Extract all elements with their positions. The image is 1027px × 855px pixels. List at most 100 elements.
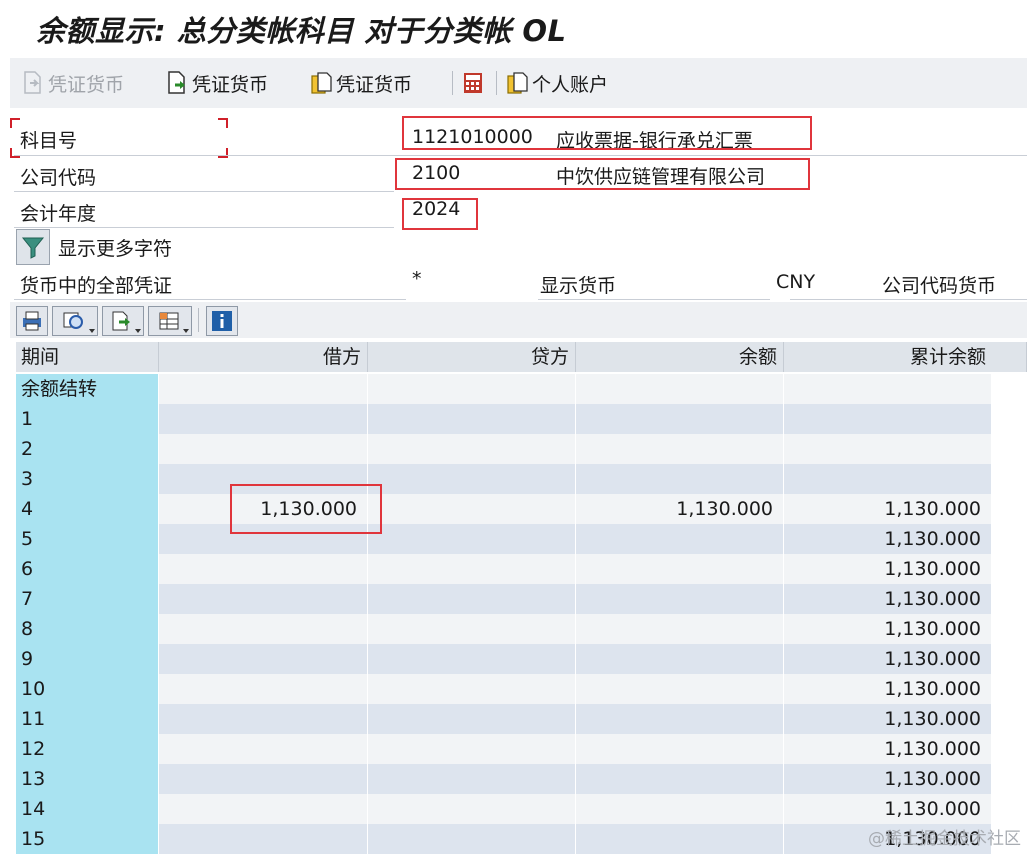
period-cell[interactable]: 7 xyxy=(16,584,159,614)
period-cell[interactable]: 11 xyxy=(16,704,159,734)
balance-cell[interactable] xyxy=(576,404,784,434)
balance-cell[interactable] xyxy=(576,374,784,404)
debit-cell[interactable] xyxy=(159,374,368,404)
more-characteristics-button[interactable] xyxy=(16,229,50,265)
period-cell[interactable]: 4 xyxy=(16,494,159,524)
toolbar-document-currency-copy-button[interactable]: 凭证货币 xyxy=(310,68,412,98)
print-button[interactable] xyxy=(16,306,48,336)
column-header-credit[interactable]: 贷方 xyxy=(368,342,576,372)
period-cell[interactable]: 12 xyxy=(16,734,159,764)
credit-cell[interactable] xyxy=(368,404,576,434)
export-menu-button[interactable] xyxy=(102,306,144,336)
balance-cell[interactable] xyxy=(576,644,784,674)
printer-icon xyxy=(23,311,41,331)
period-cell[interactable]: 8 xyxy=(16,614,159,644)
credit-cell[interactable] xyxy=(368,794,576,824)
debit-cell[interactable] xyxy=(159,614,368,644)
toolbar-individual-account-button[interactable]: 个人账户 xyxy=(506,68,608,98)
period-cell[interactable]: 3 xyxy=(16,464,159,494)
toolbar-calculator-button[interactable] xyxy=(462,68,488,98)
column-header-debit[interactable]: 借方 xyxy=(159,342,368,372)
debit-cell[interactable] xyxy=(159,404,368,434)
balance-cell[interactable] xyxy=(576,734,784,764)
debit-cell[interactable] xyxy=(159,704,368,734)
debit-cell[interactable] xyxy=(159,764,368,794)
balance-cell[interactable] xyxy=(576,674,784,704)
cumulative-balance-cell[interactable]: 1,130.000 xyxy=(784,794,992,824)
toolbar-document-currency-button[interactable]: 凭证货币 xyxy=(166,68,268,98)
toolbar-document-currency-disabled-button[interactable]: 凭证货币 xyxy=(22,68,124,98)
balance-cell[interactable] xyxy=(576,524,784,554)
debit-cell[interactable] xyxy=(159,584,368,614)
credit-cell[interactable] xyxy=(368,554,576,584)
balance-cell[interactable] xyxy=(576,434,784,464)
balance-cell[interactable] xyxy=(576,584,784,614)
row-divider xyxy=(790,299,1027,300)
balance-cell[interactable] xyxy=(576,824,784,854)
balance-cell[interactable] xyxy=(576,614,784,644)
cumulative-balance-cell[interactable]: 1,130.000 xyxy=(784,584,992,614)
clipboard-icon xyxy=(310,71,332,95)
credit-cell[interactable] xyxy=(368,374,576,404)
debit-cell[interactable] xyxy=(159,644,368,674)
cumulative-balance-cell[interactable]: 1,130.000 xyxy=(784,674,992,704)
credit-cell[interactable] xyxy=(368,764,576,794)
credit-cell[interactable] xyxy=(368,524,576,554)
credit-cell[interactable] xyxy=(368,644,576,674)
balance-cell[interactable] xyxy=(576,554,784,584)
balance-cell[interactable] xyxy=(576,704,784,734)
period-cell[interactable]: 6 xyxy=(16,554,159,584)
cumulative-balance-cell[interactable]: 1,130.000 xyxy=(784,644,992,674)
credit-cell[interactable] xyxy=(368,824,576,854)
debit-cell[interactable] xyxy=(159,734,368,764)
column-header-period[interactable]: 期间 xyxy=(16,342,159,372)
debit-cell[interactable] xyxy=(159,674,368,704)
period-cell[interactable]: 14 xyxy=(16,794,159,824)
balance-cell[interactable] xyxy=(576,464,784,494)
credit-cell[interactable] xyxy=(368,584,576,614)
debit-cell[interactable] xyxy=(159,824,368,854)
period-cell[interactable]: 余额结转 xyxy=(16,374,159,404)
cumulative-balance-cell[interactable]: 1,130.000 xyxy=(784,554,992,584)
period-cell[interactable]: 5 xyxy=(16,524,159,554)
cumulative-balance-cell[interactable]: 1,130.000 xyxy=(784,614,992,644)
credit-cell[interactable] xyxy=(368,434,576,464)
period-cell[interactable]: 9 xyxy=(16,644,159,674)
information-button[interactable] xyxy=(206,306,238,336)
balance-cell[interactable] xyxy=(576,794,784,824)
credit-cell[interactable] xyxy=(368,464,576,494)
row-divider xyxy=(14,299,406,300)
currency-filter-value[interactable]: * xyxy=(412,268,422,290)
cumulative-balance-cell[interactable]: 1,130.000 xyxy=(784,524,992,554)
debit-cell[interactable] xyxy=(159,794,368,824)
column-header-balance[interactable]: 余额 xyxy=(576,342,784,372)
layout-menu-button[interactable] xyxy=(148,306,192,336)
cumulative-balance-cell[interactable] xyxy=(784,374,992,404)
row-divider xyxy=(14,191,394,192)
cumulative-balance-cell[interactable]: 1,130.000 xyxy=(784,494,992,524)
column-header-cumulative-balance[interactable]: 累计余额 xyxy=(784,342,1027,372)
period-cell[interactable]: 10 xyxy=(16,674,159,704)
period-cell[interactable]: 2 xyxy=(16,434,159,464)
cumulative-balance-cell[interactable]: 1,130.000 xyxy=(784,734,992,764)
cumulative-balance-cell[interactable] xyxy=(784,464,992,494)
balance-cell[interactable] xyxy=(576,764,784,794)
cumulative-balance-cell[interactable] xyxy=(784,404,992,434)
display-currency-value[interactable]: CNY xyxy=(776,271,815,293)
cumulative-balance-cell[interactable]: 1,130.000 xyxy=(784,764,992,794)
credit-cell[interactable] xyxy=(368,674,576,704)
debit-cell[interactable] xyxy=(159,434,368,464)
debit-cell[interactable] xyxy=(159,554,368,584)
period-cell[interactable]: 1 xyxy=(16,404,159,434)
balance-cell[interactable]: 1,130.000 xyxy=(576,494,784,524)
credit-cell[interactable] xyxy=(368,704,576,734)
credit-cell[interactable] xyxy=(368,614,576,644)
cumulative-balance-cell[interactable]: 1,130.000 xyxy=(784,704,992,734)
credit-cell[interactable] xyxy=(368,734,576,764)
period-cell[interactable]: 13 xyxy=(16,764,159,794)
cumulative-balance-cell[interactable] xyxy=(784,434,992,464)
company-code-label: 公司代码 xyxy=(20,167,97,189)
credit-cell[interactable] xyxy=(368,494,576,524)
details-menu-button[interactable] xyxy=(52,306,98,336)
period-cell[interactable]: 15 xyxy=(16,824,159,854)
